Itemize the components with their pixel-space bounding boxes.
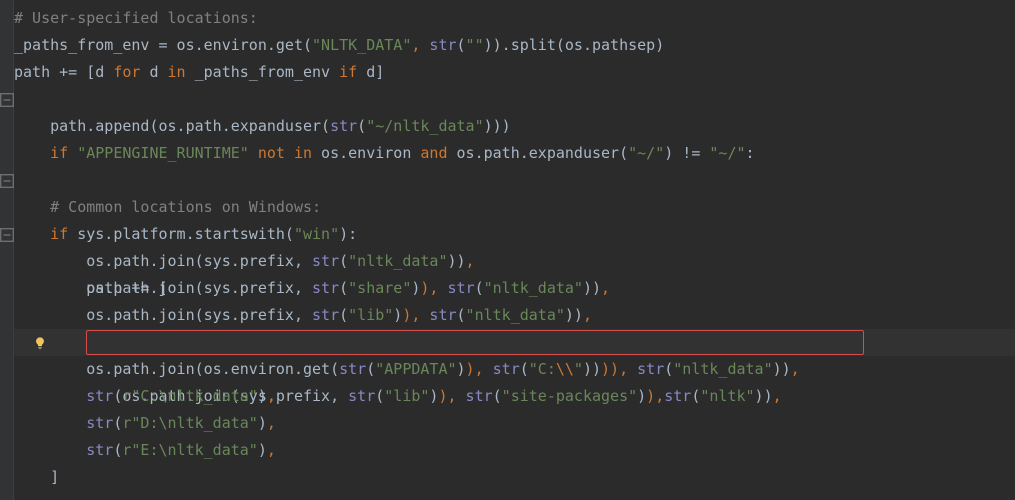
code-line[interactable]: # User-specified locations: [14, 5, 1015, 32]
code-line[interactable]: str(r"E:\nltk_data"), [14, 437, 1015, 464]
code-line[interactable]: path += [ [14, 221, 1015, 248]
code-line[interactable]: _paths_from_env = os.environ.get("NLTK_D… [14, 32, 1015, 59]
code-line[interactable]: ] [14, 464, 1015, 491]
fold-minus-icon[interactable] [0, 167, 14, 194]
code-line[interactable]: os.path.join(sys.prefix, str("nltk_data"… [14, 248, 1015, 275]
fold-minus-icon[interactable] [0, 86, 14, 113]
comment: # User-specified locations: [14, 9, 258, 27]
code-line[interactable]: if sys.platform.startswith("win"): [14, 167, 1015, 194]
code-line[interactable]: str(r"D:\nltk_data"), [14, 410, 1015, 437]
code-line[interactable]: os.path.join(sys.prefix, str("lib")), st… [14, 302, 1015, 329]
code-line[interactable]: str(r"C:\nltk_data"), [14, 383, 1015, 410]
bulb-icon[interactable] [32, 329, 48, 356]
code-line-empty[interactable] [14, 140, 1015, 167]
comment: # Common locations on Windows: [14, 198, 321, 216]
code-line-highlighted[interactable]: os.path.join(sys.prefix, str("lib")), st… [14, 329, 1015, 356]
code-line[interactable]: # Common locations on Windows: [14, 194, 1015, 221]
code-line[interactable]: path += [d for d in _paths_from_env if d… [14, 59, 1015, 86]
code-line[interactable]: os.path.join(sys.prefix, str("share")), … [14, 275, 1015, 302]
fold-minus-icon[interactable] [0, 221, 14, 248]
code-line[interactable]: os.path.join(os.environ.get(str("APPDATA… [14, 356, 1015, 383]
highlight-box [86, 330, 864, 355]
editor-gutter [0, 0, 14, 500]
code-line[interactable]: path.append(os.path.expanduser(str("~/nl… [14, 113, 1015, 140]
code-line[interactable]: if "APPENGINE_RUNTIME" not in os.environ… [14, 86, 1015, 113]
code-editor[interactable]: # User-specified locations: _paths_from_… [14, 0, 1015, 500]
